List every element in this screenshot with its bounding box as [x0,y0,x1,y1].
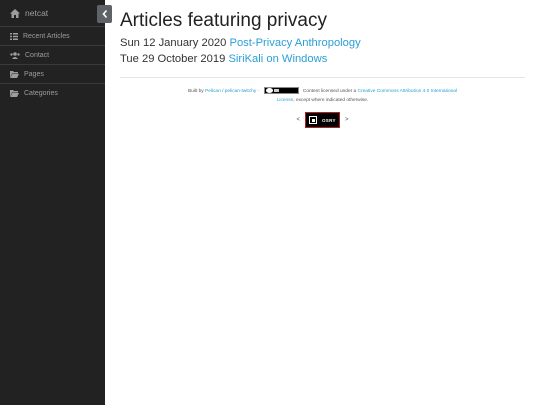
webring-prev-link[interactable]: < [296,117,300,123]
sidebar-toggle-button[interactable] [97,5,112,23]
home-icon [10,8,20,18]
sidebar-item-label: Categories [24,89,58,97]
webring-logo-icon [309,116,317,124]
footer: Built by Pelican / pelican-twitchy · Con… [120,87,525,105]
main-content: Articles featuring privacy Sun 12 Januar… [120,9,525,128]
webring-badge[interactable]: OSRY [305,112,340,128]
sidebar-item-categories[interactable]: Categories [0,83,105,102]
chevron-left-icon [101,10,107,18]
license-link[interactable]: Creative Commons Attribution 4.0 Interna… [358,89,457,94]
sidebar-item-recent-articles[interactable]: Recent Articles [0,26,105,45]
article-link[interactable]: SiriKali on Windows [228,53,327,65]
brand-link[interactable]: netcat [0,0,105,26]
sidebar-item-label: Contact [25,51,50,59]
article-date: Tue 29 October 2019 [120,53,226,65]
sidebar-item-label: Pages [24,70,44,78]
sidebar-item-contact[interactable]: Contact [0,45,105,64]
footer-line: Built by Pelican / pelican-twitchy · Con… [120,87,525,96]
brand-label: netcat [25,8,49,18]
license-prefix: Content licensed under a [302,89,357,94]
footer-line: License, except where indicated otherwis… [120,96,525,105]
webring-badge-label: OSRY [322,117,336,123]
article-link[interactable]: Post-Privacy Anthropology [229,37,360,49]
page-title: Articles featuring privacy [120,10,327,31]
list-icon [10,32,18,40]
sidebar: netcat Recent Articles Contact Pages Cat… [0,0,105,405]
divider [120,77,525,78]
built-by-prefix: Built by [187,89,204,94]
license-link[interactable]: License [277,98,294,103]
cc-by-badge-icon[interactable] [263,87,299,95]
folder-open-icon [10,70,19,78]
folder-open-icon [10,89,19,97]
webring-next-link[interactable]: > [345,117,349,123]
sidebar-item-pages[interactable]: Pages [0,64,105,83]
webring: < OSRY > [120,112,525,128]
users-icon [10,51,20,59]
article-row: Tue 29 October 2019 SiriKali on Windows [120,51,525,67]
article-date: Sun 12 January 2020 [120,37,227,49]
sidebar-item-label: Recent Articles [23,32,70,40]
license-suffix: , except where indicated otherwise. [293,98,369,103]
article-row: Sun 12 January 2020 Post-Privacy Anthrop… [120,35,525,51]
pelican-link[interactable]: Pelican / pelican-twitchy [205,89,256,94]
separator: · [257,89,260,94]
